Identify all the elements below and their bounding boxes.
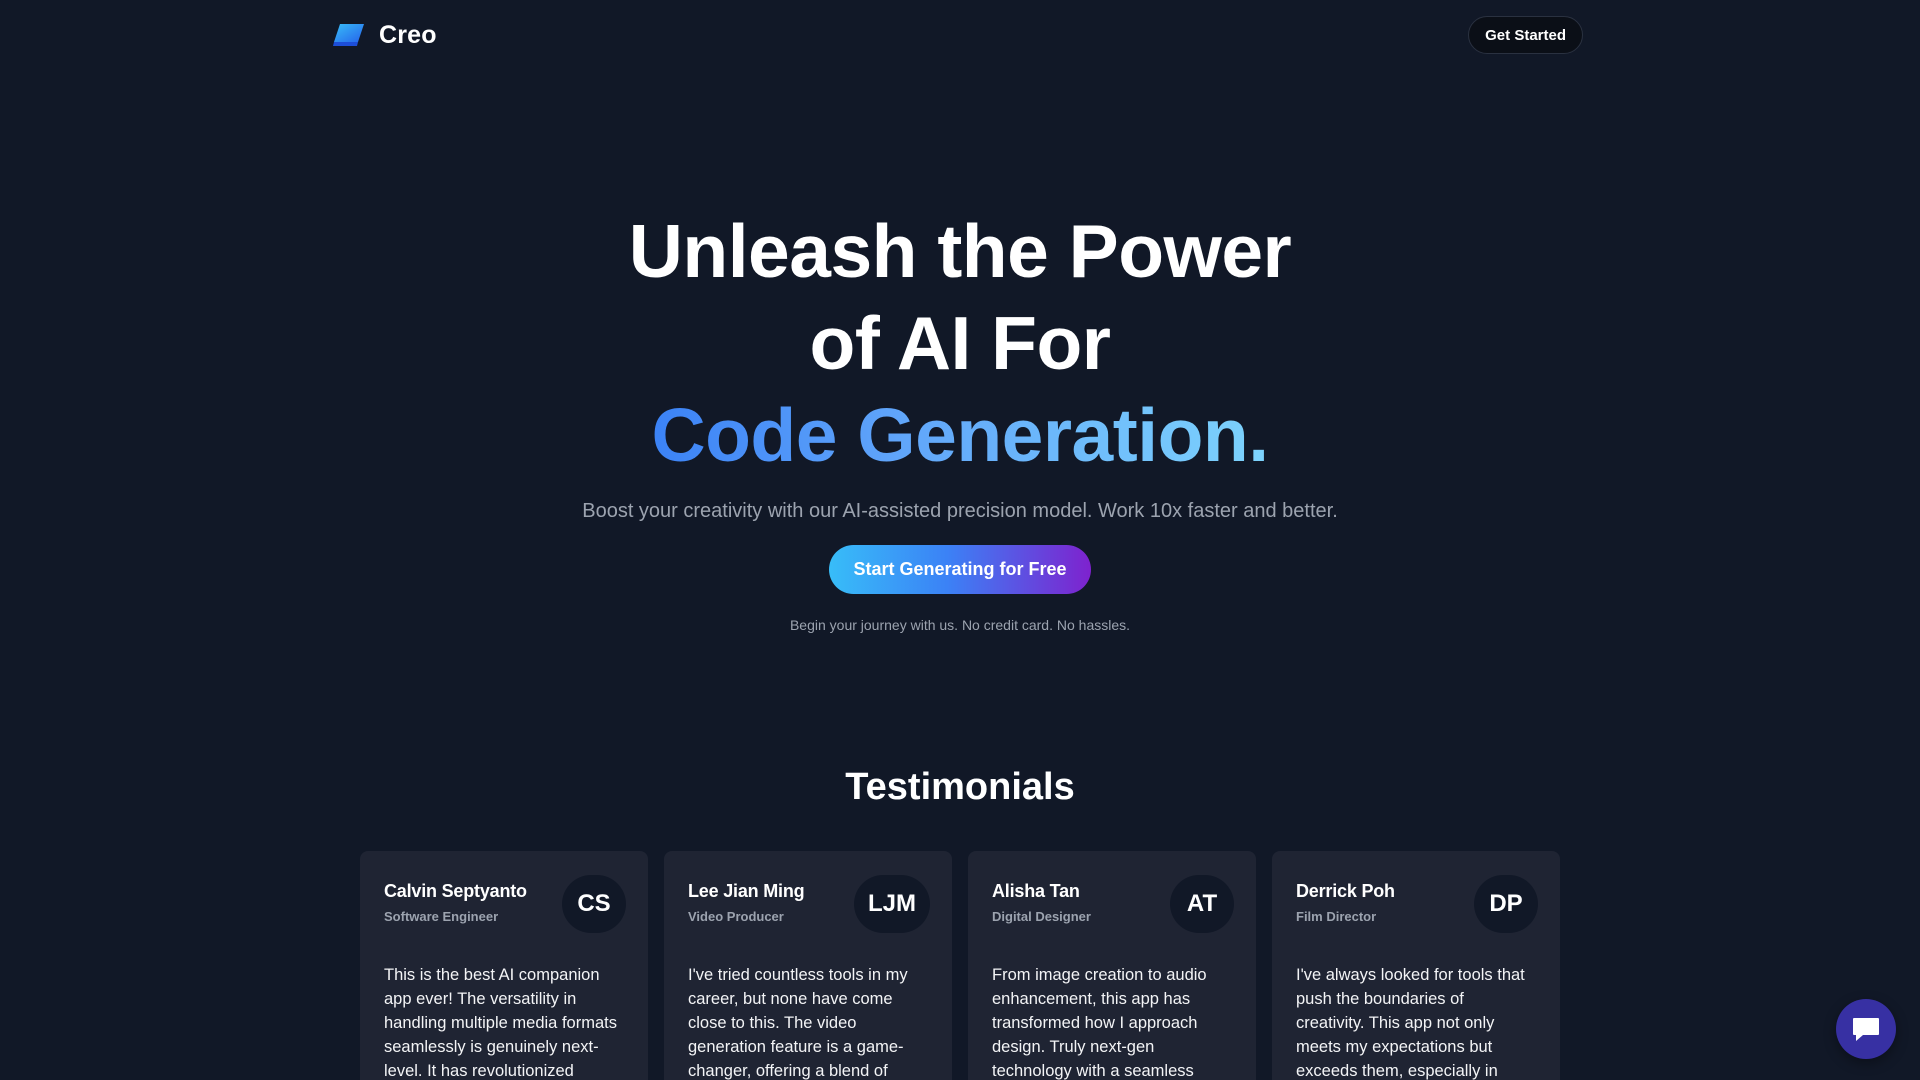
hero-title-highlight: Code Generation. xyxy=(651,389,1269,481)
get-started-button[interactable]: Get Started xyxy=(1468,16,1583,54)
cta-wrapper: Start Generating for Free xyxy=(0,545,1920,594)
testimonial-text: I've tried countless tools in my career,… xyxy=(688,966,908,1080)
avatar: LJM xyxy=(854,875,930,933)
brand-name: Creo xyxy=(379,20,437,49)
testimonial-role: Video Producer xyxy=(688,909,784,924)
hero-subtitle: Boost your creativity with our AI-assist… xyxy=(582,500,1338,522)
creo-logo-icon xyxy=(333,24,364,46)
start-generating-button[interactable]: Start Generating for Free xyxy=(829,545,1091,594)
testimonial-author: Lee Jian Ming Video Producer xyxy=(688,873,805,924)
testimonial-author: Derrick Poh Film Director xyxy=(1296,873,1395,924)
testimonial-author: Alisha Tan Digital Designer xyxy=(992,873,1091,924)
chat-button[interactable] xyxy=(1836,999,1896,1059)
testimonial-header: Lee Jian Ming Video Producer LJM xyxy=(688,873,930,933)
chat-icon xyxy=(1853,1018,1879,1041)
testimonial-role: Software Engineer xyxy=(384,909,499,924)
testimonial-text: This is the best AI companion app ever! … xyxy=(384,966,617,1080)
avatar: AT xyxy=(1170,875,1234,933)
hero-title-line-2: of AI For xyxy=(809,301,1112,385)
testimonial-header: Calvin Septyanto Software Engineer CS xyxy=(384,873,626,933)
hero-title-line-1: Unleash the Power xyxy=(628,209,1292,293)
testimonial-name: Alisha Tan xyxy=(992,881,1080,901)
testimonial-card: Alisha Tan Digital Designer AT From imag… xyxy=(968,851,1256,1080)
testimonial-name: Lee Jian Ming xyxy=(688,881,805,901)
testimonial-text: From image creation to audio enhancement… xyxy=(992,966,1207,1080)
testimonial-header: Derrick Poh Film Director DP xyxy=(1296,873,1538,933)
testimonial-name: Derrick Poh xyxy=(1296,881,1395,901)
top-nav: Creo Get Started xyxy=(333,15,1583,55)
testimonial-author: Calvin Septyanto Software Engineer xyxy=(384,873,527,924)
cta-note: Begin your journey with us. No credit ca… xyxy=(789,617,1131,633)
landing-page: Creo Get Started Unleash the Power of AI… xyxy=(0,0,1920,1080)
testimonial-header: Alisha Tan Digital Designer AT xyxy=(992,873,1234,933)
testimonial-card: Lee Jian Ming Video Producer LJM I've tr… xyxy=(664,851,952,1080)
avatar: DP xyxy=(1474,875,1538,933)
testimonials-list: Calvin Septyanto Software Engineer CS Th… xyxy=(360,851,1561,1080)
hero-section: Unleash the Power of AI For Code Generat… xyxy=(0,205,1920,633)
testimonial-text: I've always looked for tools that push t… xyxy=(1296,966,1525,1080)
testimonials-heading: Testimonials xyxy=(845,766,1075,808)
testimonial-card: Calvin Septyanto Software Engineer CS Th… xyxy=(360,851,648,1080)
avatar: CS xyxy=(562,875,626,933)
testimonial-name: Calvin Septyanto xyxy=(384,881,527,901)
testimonial-card: Derrick Poh Film Director DP I've always… xyxy=(1272,851,1560,1080)
testimonial-role: Digital Designer xyxy=(992,909,1091,924)
testimonial-role: Film Director xyxy=(1296,909,1377,924)
brand[interactable]: Creo xyxy=(333,21,437,50)
